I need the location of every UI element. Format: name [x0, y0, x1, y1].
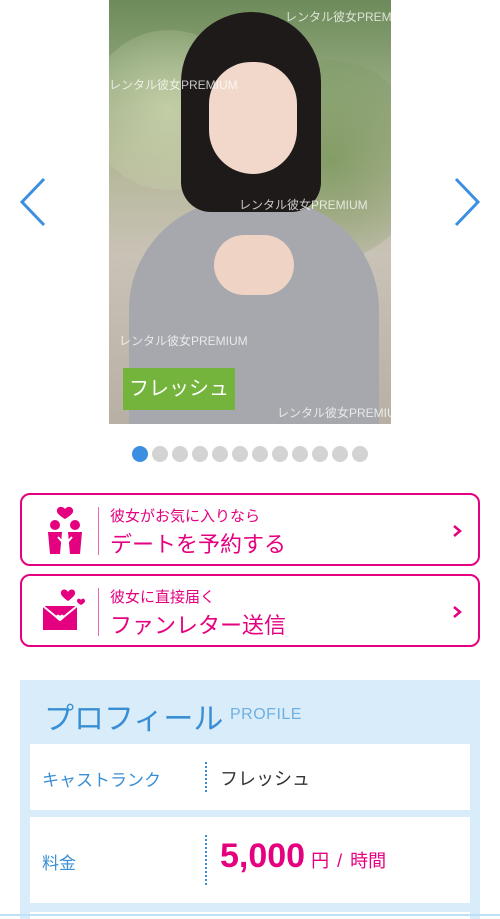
cast-photo[interactable]: レンタル彼女PREMIUM レンタル彼女PREMIUM レンタル彼女PREMIU… [109, 0, 391, 424]
price-slash: / [337, 851, 343, 871]
gallery-prev-button[interactable] [18, 176, 48, 228]
fan-letter-label: ファンレター送信 [110, 613, 287, 638]
pagination-dot[interactable] [132, 446, 148, 462]
pagination-dot[interactable] [312, 446, 328, 462]
pagination-dot[interactable] [332, 446, 348, 462]
fan-letter-subtitle: 彼女に直接届く [110, 589, 216, 606]
couple-heart-icon [48, 506, 82, 554]
photo-watermark: レンタル彼女PREMIUM [119, 334, 248, 348]
photo-watermark: レンタル彼女PREMIUM [239, 198, 368, 212]
photo-gallery: レンタル彼女PREMIUM レンタル彼女PREMIUM レンタル彼女PREMIU… [0, 0, 500, 462]
button-divider [98, 588, 99, 636]
chevron-left-icon [19, 177, 46, 227]
photo-figure-hands [214, 235, 294, 295]
profile-section: プロフィール PROFILE キャストランク フレッシュ 料金 5,000 円 / 時… [20, 680, 480, 919]
price-label: 料金 [42, 854, 76, 873]
photo-watermark: レンタル彼女PREMIUM [277, 406, 391, 420]
gallery-next-button[interactable] [452, 176, 482, 228]
price-unit: 円 [311, 851, 330, 871]
pagination-dot[interactable] [232, 446, 248, 462]
rank-value: フレッシュ [220, 769, 310, 789]
price-amount: 5,000 [220, 837, 306, 875]
price-per: 時間 [350, 851, 387, 871]
reserve-date-button[interactable]: 彼女がお気に入りなら デートを予約する [20, 493, 480, 566]
reserve-subtitle: 彼女がお気に入りなら [110, 508, 261, 525]
reserve-label: デートを予約する [110, 532, 287, 557]
profile-title: プロフィール [44, 703, 224, 736]
bottom-border [0, 914, 500, 916]
profile-row-rank: キャストランク フレッシュ [30, 744, 470, 810]
profile-subtitle: PROFILE [230, 706, 302, 723]
love-letter-icon [42, 589, 85, 630]
pagination-dot[interactable] [192, 446, 208, 462]
row-separator [205, 762, 207, 792]
pagination-dot[interactable] [212, 446, 228, 462]
chevron-right-icon [453, 525, 462, 537]
photo-watermark: レンタル彼女PREMIUM [285, 10, 391, 24]
photo-watermark: レンタル彼女PREMIUM [109, 78, 238, 92]
pagination-dot[interactable] [352, 446, 368, 462]
pagination-dot[interactable] [152, 446, 168, 462]
gallery-pagination [132, 446, 368, 462]
row-separator [205, 835, 207, 885]
rank-label: キャストランク [42, 771, 161, 790]
rank-badge: フレッシュ [123, 368, 235, 410]
button-divider [98, 507, 99, 555]
chevron-right-icon [454, 177, 481, 227]
pagination-dot[interactable] [172, 446, 188, 462]
pagination-dot[interactable] [292, 446, 308, 462]
chevron-right-icon [453, 606, 462, 618]
pagination-dot[interactable] [272, 446, 288, 462]
pagination-dot[interactable] [252, 446, 268, 462]
fan-letter-button[interactable]: 彼女に直接届く ファンレター送信 [20, 574, 480, 647]
profile-row-price: 料金 5,000 円 / 時間 [30, 817, 470, 903]
price-value: 5,000 円 / 時間 [220, 837, 386, 876]
